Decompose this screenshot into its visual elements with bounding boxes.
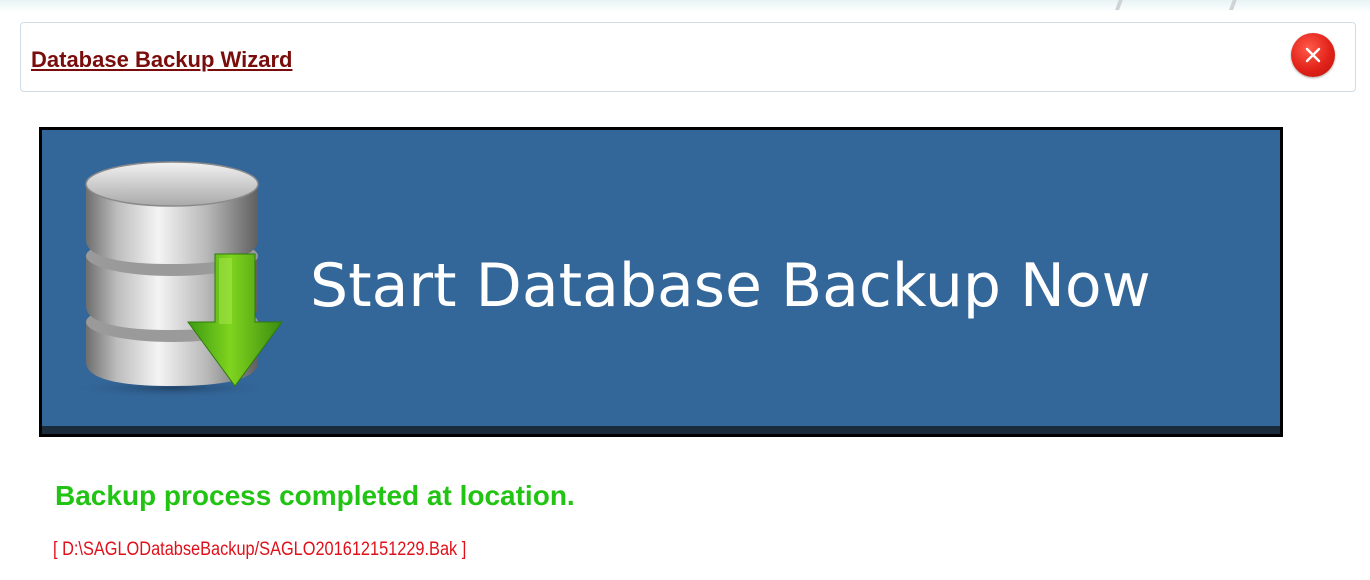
dialog-header: Database Backup Wizard [20,22,1356,92]
background-logo-fragment [1115,0,1239,10]
start-backup-button[interactable]: Start Database Backup Now [39,127,1283,437]
close-icon [1305,47,1321,63]
database-download-icon [72,161,283,398]
backup-status-message: Backup process completed at location. [55,480,575,511]
backup-file-path: [ D:\SAGLODatabseBackup/SAGLO20161215122… [53,539,467,560]
window-top-strip [0,0,1370,12]
dialog-title: Database Backup Wizard [31,47,293,72]
banner-bottom-edge [42,426,1280,434]
start-backup-label: Start Database Backup Now [310,251,1151,321]
close-button[interactable] [1291,33,1335,77]
